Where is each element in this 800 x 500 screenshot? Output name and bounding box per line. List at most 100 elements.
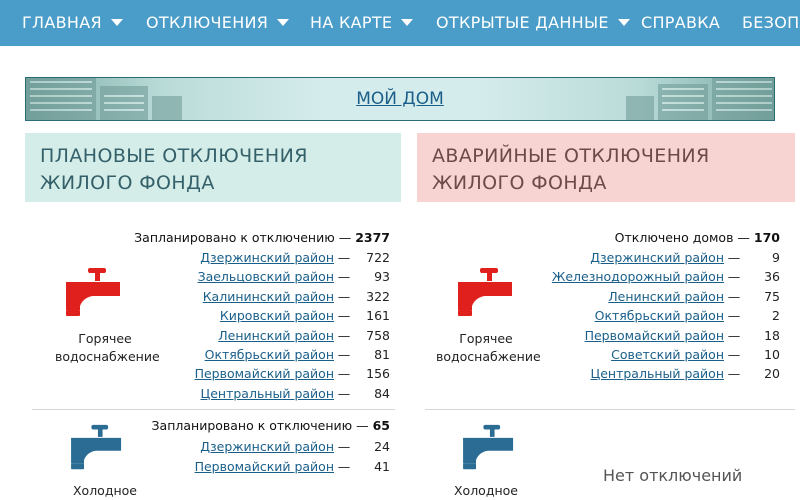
district-count: 156 (366, 366, 390, 382)
planned-cold-district-list: Дзержинский район — 24 Первомайский район —… (150, 437, 390, 477)
district-count: 93 (374, 269, 390, 285)
district-link[interactable]: Первомайский район (585, 326, 724, 345)
list-item: Центральный район — 84 (201, 384, 390, 403)
list-item: Октябрьский район — 81 (205, 345, 390, 364)
district-link[interactable]: Первомайский район (195, 457, 334, 476)
district-link[interactable]: Первомайский район (195, 364, 334, 383)
top-nav: ГЛАВНАЯ ОТКЛЮЧЕНИЯ НА КАРТЕ ОТКРЫТЫЕ ДАН… (0, 0, 800, 46)
district-link[interactable]: Центральный район (591, 364, 724, 383)
district-link[interactable]: Октябрьский район (595, 306, 724, 325)
dash: — (337, 269, 351, 285)
chevron-down-icon (110, 19, 123, 26)
nav-item-outages[interactable]: ОТКЛЮЧЕНИЯ (146, 0, 290, 46)
dash: — (337, 385, 351, 401)
dash: — (727, 327, 741, 343)
district-link[interactable]: Октябрьский район (205, 345, 334, 364)
nav-item-label: СПРАВКА (641, 13, 721, 32)
dash: — (337, 308, 351, 324)
district-link[interactable]: Дзержинский район (200, 248, 334, 267)
dash: — (727, 288, 741, 304)
dash: — (337, 459, 351, 474)
summary-value: 170 (753, 230, 780, 245)
nav-item-label: ГЛАВНАЯ (22, 13, 102, 32)
nav-item-label: ОТКРЫТЫЕ ДАННЫЕ (436, 13, 609, 32)
district-link[interactable]: Центральный район (201, 384, 334, 403)
nav-item-label: ОТКЛЮЧЕНИЯ (146, 13, 269, 32)
nav-item-help[interactable]: СПРАВКА (641, 0, 720, 46)
dash: — (337, 250, 351, 265)
planned-cold-summary: Запланировано к отключению — 65 (152, 416, 390, 435)
district-count: 20 (764, 366, 780, 382)
red-water-tap-icon (458, 268, 512, 316)
list-item: Центральный район — 20 (591, 364, 780, 383)
emergency-hot-summary: Отключено домов — 170 (615, 228, 780, 247)
district-link[interactable]: Заельцовский район (198, 267, 334, 286)
list-item: Ленинский район — 75 (608, 287, 780, 306)
section-divider (425, 409, 795, 410)
dash: — (337, 327, 351, 343)
list-item: Железнодорожный район — 36 (552, 267, 780, 286)
summary-label: Отключено домов — (614, 230, 750, 245)
list-item: Первомайский район — 41 (195, 457, 390, 476)
district-count: 18 (764, 327, 780, 343)
section-divider (32, 409, 395, 410)
nav-item-label: НА КАРТЕ (310, 13, 393, 32)
nav-item-main[interactable]: ГЛАВНАЯ (22, 0, 123, 46)
dash: — (337, 347, 351, 362)
district-count: 84 (374, 385, 390, 401)
district-link[interactable]: Ленинский район (608, 287, 724, 306)
no-outages-text: Нет отключений (603, 466, 743, 485)
chevron-down-icon (401, 19, 414, 26)
planned-hot-summary: Запланировано к отключению — 2377 (134, 228, 390, 247)
chevron-down-icon (617, 19, 630, 26)
dash: — (337, 366, 351, 382)
blue-water-tap-icon (463, 424, 514, 470)
hot-water-caption: Горячее водоснабжение (436, 331, 541, 364)
dash: — (727, 347, 741, 362)
district-link[interactable]: Железнодорожный район (552, 267, 724, 286)
district-link[interactable]: Кировский район (220, 306, 334, 325)
planned-hot-district-list: Дзержинский район —722 Заельцовский район… (150, 248, 390, 404)
list-item: Первомайский район — 156 (195, 364, 390, 383)
district-count: 9 (772, 250, 780, 265)
list-item: Заельцовский район — 93 (198, 267, 390, 286)
dash: — (727, 366, 741, 382)
district-count: 41 (374, 459, 390, 474)
summary-label: Запланировано к отключению — (151, 418, 369, 433)
summary-value: 2377 (355, 230, 390, 245)
district-count: 161 (366, 308, 390, 324)
nav-item-safety[interactable]: БЕЗОПА (742, 0, 800, 46)
summary-label: Запланировано к отключению — (134, 230, 352, 245)
district-link[interactable]: Советский район (611, 345, 724, 364)
planned-outages-title: ПЛАНОВЫЕ ОТКЛЮЧЕНИЯ ЖИЛОГО ФОНДА (25, 133, 401, 202)
red-water-tap-icon (66, 268, 120, 316)
hot-water-caption: Горячее водоснабжение (55, 331, 160, 364)
district-count: 36 (764, 269, 780, 285)
nav-item-map[interactable]: НА КАРТЕ (310, 0, 414, 46)
dash: — (727, 250, 741, 265)
list-item: Первомайский район — 18 (585, 326, 780, 345)
blue-water-tap-icon (71, 424, 122, 470)
district-count: 722 (366, 250, 390, 265)
list-item: Калининский район — 322 (203, 287, 390, 306)
district-link[interactable]: Калининский район (203, 287, 334, 306)
district-count: 758 (366, 327, 390, 343)
list-item: Ленинский район — 758 (218, 326, 390, 345)
district-link[interactable]: Дзержинский район (590, 248, 724, 267)
district-link[interactable]: Дзержинский район (200, 437, 334, 456)
list-item: Кировский район — 161 (220, 306, 390, 325)
dash: — (337, 439, 351, 454)
nav-item-open-data[interactable]: ОТКРЫТЫЕ ДАННЫЕ (436, 0, 630, 46)
district-count: 2 (772, 308, 780, 324)
my-home-link[interactable]: МОЙ ДОМ (26, 78, 774, 120)
dash: — (727, 308, 741, 324)
district-count: 75 (764, 288, 780, 304)
district-count: 10 (764, 347, 780, 362)
my-home-banner: МОЙ ДОМ (25, 77, 775, 121)
district-count: 81 (374, 347, 390, 362)
cold-water-caption: Холодное (453, 483, 518, 498)
nav-item-label: БЕЗОПА (742, 13, 800, 32)
list-item: Октябрьский район — 2 (595, 306, 780, 325)
district-link[interactable]: Ленинский район (218, 326, 334, 345)
list-item: Дзержинский район — 9 (590, 248, 780, 267)
